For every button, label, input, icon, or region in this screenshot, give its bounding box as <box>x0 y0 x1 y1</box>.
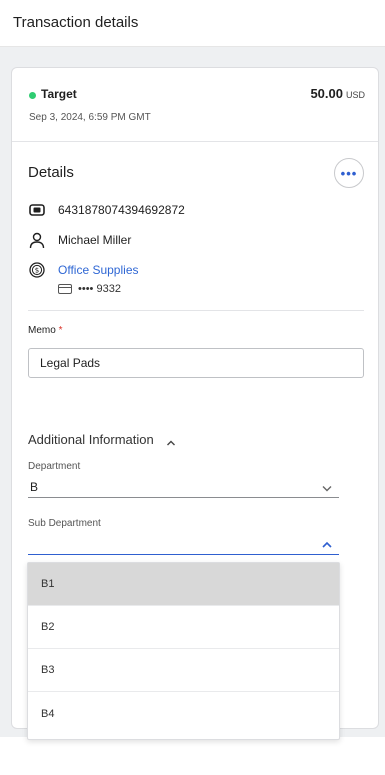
department-label: Department <box>28 461 81 472</box>
required-mark: * <box>58 325 63 336</box>
svg-text:$: $ <box>35 267 39 275</box>
chevron-up-icon <box>166 435 176 445</box>
transaction-date: Sep 3, 2024, 6:59 PM GMT <box>29 112 151 123</box>
department-value: B <box>30 479 39 494</box>
memo-divider <box>28 310 364 311</box>
additional-info-heading: Additional Information <box>28 432 154 447</box>
dollar-coin-icon: $ <box>28 261 46 279</box>
sub-department-select[interactable] <box>28 533 339 555</box>
department-select[interactable]: B <box>28 476 339 498</box>
dropdown-option[interactable]: B4 <box>28 692 339 735</box>
cardholder-row: Michael Miller <box>28 231 131 249</box>
transaction-id-row: 6431878074394692872 <box>28 201 185 219</box>
dropdown-option[interactable]: B3 <box>28 649 339 692</box>
merchant-name: Target <box>41 87 77 101</box>
merchant-summary: Target 50.00 USD Sep 3, 2024, 6:59 PM GMT <box>29 86 365 127</box>
chevron-down-icon <box>321 481 333 493</box>
more-options-button[interactable]: ••• <box>334 158 364 188</box>
card-last-four: •••• 9332 <box>78 283 121 295</box>
category-link[interactable]: Office Supplies <box>58 263 139 277</box>
amount-value: 50.00 <box>310 86 343 101</box>
memo-input[interactable] <box>28 348 364 378</box>
cardholder-name: Michael Miller <box>58 233 132 247</box>
card-number: •••• 9332 <box>58 283 121 295</box>
section-divider <box>12 141 378 142</box>
transaction-amount: 50.00 USD <box>310 86 365 101</box>
memo-label-text: Memo <box>28 325 56 336</box>
sub-department-dropdown: B1 B2 B3 B4 <box>27 562 340 740</box>
top-bar: Transaction details <box>0 0 385 47</box>
dropdown-option[interactable]: B1 <box>28 563 339 606</box>
status-dot <box>29 92 36 99</box>
credit-card-icon <box>58 284 72 294</box>
page-title: Transaction details <box>13 14 139 31</box>
chevron-up-icon <box>321 538 333 550</box>
category-row: $ Office Supplies <box>28 261 139 279</box>
card-chip-icon <box>28 201 46 219</box>
person-icon <box>28 231 46 249</box>
dropdown-option[interactable]: B2 <box>28 606 339 649</box>
additional-info-toggle[interactable]: Additional Information <box>28 432 176 447</box>
details-heading: Details <box>28 164 74 181</box>
amount-currency: USD <box>345 90 365 100</box>
sub-department-label: Sub Department <box>28 518 101 529</box>
transaction-id: 6431878074394692872 <box>58 203 185 217</box>
memo-label: Memo * <box>28 325 62 336</box>
